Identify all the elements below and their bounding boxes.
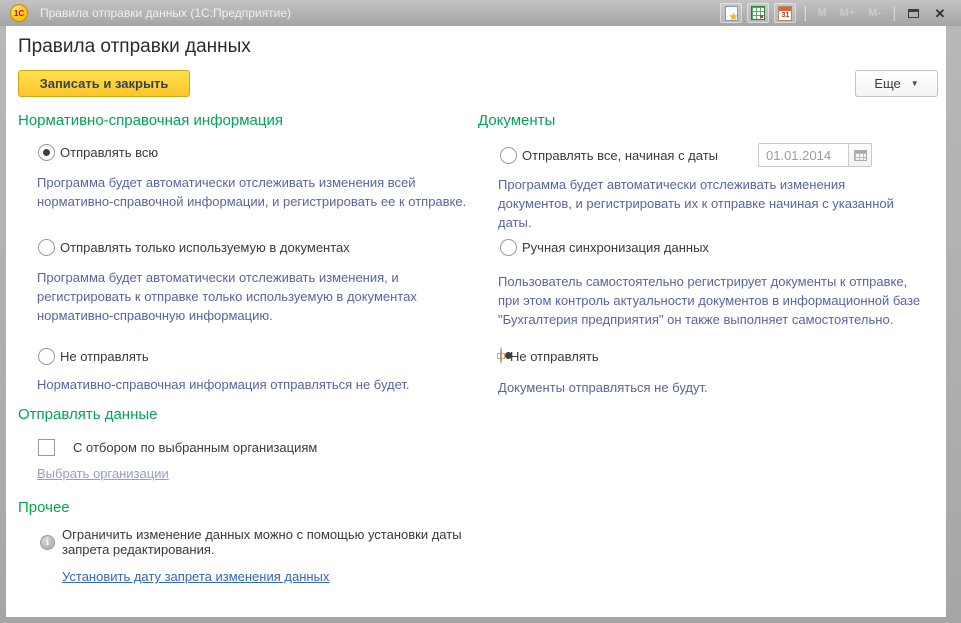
radio-option-docs-dont-send[interactable]: Не отправлять (478, 344, 934, 368)
app-window: 1С Правила отправки данных (1С:Предприят… (0, 0, 961, 623)
maximize-icon (908, 9, 919, 18)
calendar-icon: 31 (778, 6, 792, 21)
radio-option-nsi-dont-send[interactable]: Не отправлять (18, 347, 474, 365)
description-line: Программа будет автоматически отслеживат… (498, 175, 934, 194)
checkbox-filter-orgs[interactable] (38, 439, 55, 456)
close-icon: ✕ (935, 7, 946, 20)
radio-option-nsi-send-used[interactable]: Отправлять только используемую в докумен… (18, 238, 474, 256)
radio-nsi-send-used[interactable] (38, 239, 55, 256)
radio-label: Отправлять только используемую в докумен… (60, 240, 350, 255)
description-line: документов, и регистрировать их к отправ… (498, 194, 934, 213)
info-row: i Ограничить изменение данных можно с по… (18, 527, 474, 557)
radio-label: Отправлять все, начиная с даты (522, 148, 718, 163)
focus-ring (497, 353, 505, 359)
description-line: нормативно-справочную информацию. (37, 306, 474, 325)
radio-option-docs-send-from-date[interactable]: Отправлять все, начиная с даты (478, 143, 934, 167)
date-field-group (758, 143, 872, 167)
date-picker-button[interactable] (848, 143, 872, 167)
nsi-send-used-description: Программа будет автоматически отслеживат… (18, 268, 474, 325)
documents-section: Документы Отправлять все, начиная с даты… (478, 108, 934, 397)
calendar-icon-day: 31 (779, 11, 791, 21)
window-title: Правила отправки данных (1С:Предприятие) (40, 6, 720, 20)
memory-recall-button: M (813, 7, 830, 19)
calculator-icon (751, 6, 765, 20)
checkbox-label: С отбором по выбранным организациям (73, 440, 317, 455)
more-button[interactable]: Еще ▼ (855, 70, 938, 97)
titlebar-separator (804, 6, 805, 21)
favorites-button[interactable]: ★ (720, 3, 742, 23)
description-line: Программа будет автоматически отслеживат… (37, 268, 474, 287)
info-text: Ограничить изменение данных можно с помо… (62, 527, 474, 557)
save-and-close-button[interactable]: Записать и закрыть (18, 70, 190, 97)
select-organizations-link[interactable]: Выбрать организации (37, 466, 169, 481)
documents-heading: Документы (478, 112, 934, 130)
radio-docs-dont-send[interactable] (500, 347, 502, 364)
radio-label: Не отправлять (510, 349, 599, 364)
radio-option-nsi-send-all[interactable]: Отправлять всю (18, 143, 474, 161)
radio-label: Ручная синхронизация данных (522, 240, 709, 255)
radio-nsi-dont-send[interactable] (38, 348, 55, 365)
radio-option-docs-manual-sync[interactable]: Ручная синхронизация данных (478, 238, 934, 256)
nsi-send-all-description: Программа будет автоматически отслеживат… (18, 173, 474, 211)
star-icon: ★ (729, 13, 738, 23)
other-heading: Прочее (18, 499, 474, 517)
nsi-heading: Нормативно-справочная информация (18, 112, 474, 130)
description-line: даты. (498, 213, 934, 232)
1c-logo-icon[interactable]: 1С (10, 4, 28, 22)
calendar-button[interactable]: 31 (774, 3, 796, 23)
radio-label: Отправлять всю (60, 145, 158, 160)
radio-docs-manual-sync[interactable] (500, 239, 517, 256)
radio-label: Не отправлять (60, 349, 149, 364)
calendar-picker-icon (854, 150, 867, 161)
memory-minus-button: M- (864, 7, 885, 19)
description-line: Документы отправляться не будут. (498, 378, 934, 397)
start-date-input[interactable] (758, 143, 848, 167)
nsi-section: Нормативно-справочная информация Отправл… (18, 108, 474, 586)
info-icon: i (40, 535, 55, 550)
docs-manual-sync-description: Пользователь самостоятельно регистрирует… (478, 272, 934, 329)
description-line: регистрировать к отправке только использ… (37, 287, 474, 306)
titlebar-tools: ★ 31 M M+ M- ✕ (720, 3, 951, 23)
description-line: при этом контроль актуальности документо… (498, 291, 934, 310)
checkbox-option-filter-orgs[interactable]: С отбором по выбранным организациям (18, 438, 474, 456)
docs-send-from-date-description: Программа будет автоматически отслеживат… (478, 175, 934, 232)
favorites-icon: ★ (725, 6, 738, 21)
titlebar-separator (893, 6, 894, 21)
radio-nsi-send-all[interactable] (38, 144, 55, 161)
description-line: Нормативно-справочная информация отправл… (37, 375, 474, 394)
set-restriction-date-link[interactable]: Установить дату запрета изменения данных (62, 569, 329, 584)
nsi-dont-send-description: Нормативно-справочная информация отправл… (18, 375, 474, 394)
1c-logo-text: 1С (14, 9, 24, 18)
more-button-label: Еще (874, 76, 900, 91)
chevron-down-icon: ▼ (911, 79, 919, 88)
send-data-heading: Отправлять данные (18, 406, 474, 424)
page-title: Правила отправки данных (18, 36, 251, 58)
description-line: "Бухгалтерия предприятия" он также выпол… (498, 310, 934, 329)
close-button[interactable]: ✕ (929, 3, 951, 23)
description-line: Пользователь самостоятельно регистрирует… (498, 272, 934, 291)
description-line: Программа будет автоматически отслеживат… (37, 173, 474, 192)
calculator-button[interactable] (747, 3, 769, 23)
docs-dont-send-description: Документы отправляться не будут. (478, 378, 934, 397)
form-content: Правила отправки данных Записать и закры… (6, 26, 946, 617)
titlebar: 1С Правила отправки данных (1С:Предприят… (0, 0, 961, 26)
description-line: нормативно-справочной информации, и реги… (37, 192, 474, 211)
memory-plus-button: M+ (836, 7, 860, 19)
radio-docs-send-from-date[interactable] (500, 147, 517, 164)
maximize-button[interactable] (902, 3, 924, 23)
